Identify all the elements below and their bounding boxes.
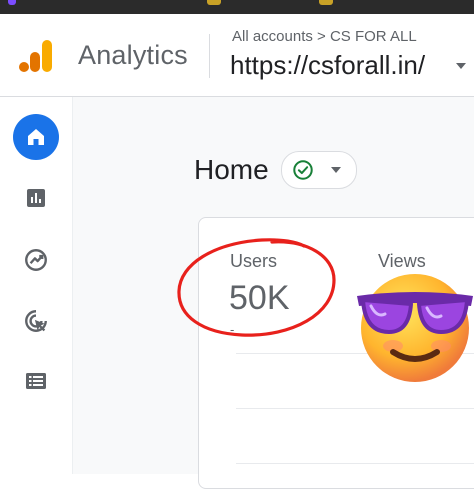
browser-tab-strip: [0, 0, 474, 14]
nav-configure[interactable]: [13, 358, 59, 404]
list-icon: [26, 373, 46, 389]
tab-indicator: [319, 0, 333, 5]
chart-gridline: [236, 408, 474, 409]
nav-reports[interactable]: [13, 175, 59, 221]
nav-home[interactable]: [13, 114, 59, 160]
nav-advertising[interactable]: [13, 298, 59, 344]
header-divider: [209, 34, 210, 78]
tab-indicator: [8, 0, 16, 5]
sunglasses-emoji: [357, 274, 473, 382]
left-nav-rail: [0, 97, 73, 474]
property-selector[interactable]: https://csforall.in/: [230, 50, 425, 81]
home-icon: [28, 129, 44, 145]
tab-indicator: [207, 0, 221, 5]
check-circle-icon: [293, 160, 313, 180]
reports-icon: [27, 189, 45, 207]
app-name: Analytics: [78, 40, 188, 70]
app-header: Analytics All accounts > CS FOR ALL http…: [0, 14, 474, 97]
metric-value-users: 50K: [229, 279, 290, 317]
nav-explore[interactable]: [13, 237, 59, 283]
explore-icon: [25, 249, 47, 271]
advertising-icon: [25, 310, 47, 332]
analytics-logo[interactable]: [18, 38, 54, 74]
chart-gridline: [236, 463, 474, 464]
account-breadcrumb[interactable]: All accounts > CS FOR ALL: [232, 28, 417, 45]
property-status-chip[interactable]: [281, 151, 357, 189]
chevron-down-icon: [331, 167, 341, 173]
chevron-down-icon[interactable]: [456, 63, 466, 69]
page-title: Home: [194, 154, 269, 185]
metric-label-users: Users: [230, 251, 278, 271]
metric-change-users: -: [230, 322, 235, 337]
